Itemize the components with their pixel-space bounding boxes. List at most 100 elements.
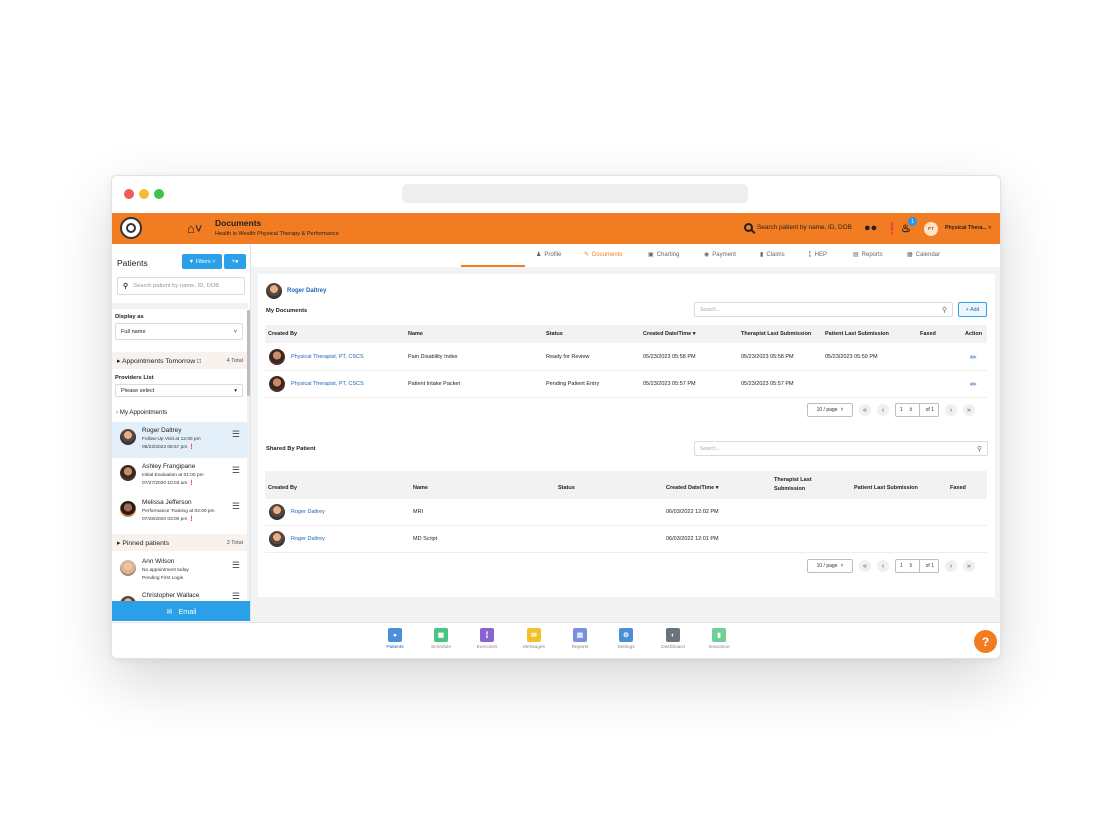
document-name[interactable]: Pain Disability Index bbox=[408, 354, 458, 360]
hamburger-menu-icon[interactable]: ☰ bbox=[232, 465, 240, 476]
created-by-link[interactable]: Physical Therapist, PT, CSCS bbox=[291, 381, 364, 387]
column-header[interactable]: Therapist Last Submission bbox=[741, 331, 811, 337]
last-page-button[interactable]: » bbox=[963, 560, 975, 572]
nav-insurance[interactable]: ▮ Insurance bbox=[699, 628, 739, 650]
column-header[interactable]: Name bbox=[408, 331, 423, 337]
shared-documents-pagination: 10 / page ˅ « ‹ 1 ⇕ of 1 › » bbox=[807, 559, 975, 573]
home-icon[interactable]: ⌂˅ bbox=[187, 221, 202, 236]
document-name[interactable]: Patient Intake Packet bbox=[408, 381, 460, 387]
appointment-item[interactable]: Roger Daltrey Follow-Up Visit at 12:00 p… bbox=[112, 422, 248, 458]
tab-documents[interactable]: ✎ Documents bbox=[584, 251, 622, 259]
tab-claims[interactable]: ▮ Claims bbox=[760, 251, 785, 259]
page-size-select[interactable]: 10 / page ˅ bbox=[807, 403, 853, 417]
email-button[interactable]: ✉ Email bbox=[112, 601, 250, 621]
edit-icon[interactable]: ✏ bbox=[970, 380, 977, 389]
help-button[interactable]: ? bbox=[974, 630, 997, 653]
hamburger-menu-icon[interactable]: ☰ bbox=[232, 560, 240, 571]
appointments-tomorrow-section[interactable]: ▸ Appointments Tomorrow □ 4 Total bbox=[112, 352, 248, 369]
alert-icon[interactable]: ❗ bbox=[885, 222, 899, 235]
column-header[interactable]: Patient Last Submission bbox=[825, 331, 889, 337]
hamburger-menu-icon[interactable]: ☰ bbox=[232, 429, 240, 440]
pinned-patients-section[interactable]: ▸ Pinned patients 3 Total bbox=[112, 534, 248, 551]
created-by-link[interactable]: Roger Daltrey bbox=[291, 536, 325, 542]
scrollbar-thumb[interactable] bbox=[247, 310, 250, 396]
nav-exercises[interactable]: ╏ Exercises bbox=[467, 628, 507, 650]
table-row[interactable]: Roger Daltrey MRI 06/03/2022 12:02 PM bbox=[265, 499, 987, 526]
nav-reports[interactable]: ▤ Reports bbox=[560, 628, 600, 650]
display-as-select[interactable]: Full name ˅ bbox=[115, 323, 243, 340]
appointment-item[interactable]: Melissa Jefferson Performance Training a… bbox=[112, 494, 248, 530]
first-page-button[interactable]: « bbox=[859, 404, 871, 416]
table-row[interactable]: Roger Daltrey MD Script 06/03/2022 12:01… bbox=[265, 526, 987, 553]
prev-page-button[interactable]: ‹ bbox=[877, 560, 889, 572]
add-document-button[interactable]: + Add bbox=[958, 302, 987, 317]
filters-button[interactable]: ▼ Filters ˅ bbox=[182, 254, 222, 269]
patient-tabs: ♟ Profile ✎ Documents ▣ Charting ◉ Payment ▮… bbox=[251, 244, 1000, 267]
page-size-select[interactable]: 10 / page ˅ bbox=[807, 559, 853, 573]
tab-calendar[interactable]: ▦ Calendar bbox=[907, 251, 940, 259]
column-header[interactable]: Created Date/Time ▾ bbox=[666, 485, 719, 491]
add-patient-button[interactable]: +● bbox=[224, 254, 246, 269]
column-header[interactable]: Created Date/Time ▾ bbox=[643, 331, 696, 337]
first-page-button[interactable]: « bbox=[859, 560, 871, 572]
created-by-link[interactable]: Physical Therapist, PT, CSCS bbox=[291, 354, 364, 360]
prev-page-button[interactable]: ‹ bbox=[877, 404, 889, 416]
column-header[interactable]: Created By bbox=[268, 331, 297, 337]
my-documents-search[interactable]: Search... ⚲ bbox=[694, 302, 953, 317]
column-header[interactable]: Status bbox=[558, 485, 575, 491]
user-menu[interactable]: Physical Thera... ˅ bbox=[945, 225, 991, 231]
patient-header[interactable]: Roger Daltrey bbox=[266, 283, 326, 299]
address-bar[interactable] bbox=[402, 184, 748, 203]
providers-select[interactable]: Please select ▾ bbox=[115, 384, 243, 397]
document-name[interactable]: MD Script bbox=[413, 536, 437, 542]
maximize-window-button[interactable] bbox=[154, 189, 164, 199]
next-page-button[interactable]: › bbox=[945, 404, 957, 416]
nav-patients[interactable]: ● Patients bbox=[375, 628, 415, 650]
sort-icon: ▾ bbox=[715, 485, 719, 491]
nav-messages[interactable]: ✉ Messages bbox=[514, 628, 554, 650]
column-header[interactable]: Therapist Last Submission bbox=[774, 476, 824, 494]
next-page-button[interactable]: › bbox=[945, 560, 957, 572]
person-icon: ♟ bbox=[536, 252, 542, 258]
table-row[interactable]: Physical Therapist, PT, CSCS Pain Disabi… bbox=[265, 344, 987, 371]
close-window-button[interactable] bbox=[124, 189, 134, 199]
nav-dashboard[interactable]: ◐ Dashboard bbox=[653, 628, 693, 650]
pinned-patient-item[interactable]: Ann Wilson No appointment today Pending … bbox=[112, 553, 248, 589]
charting-icon: ▣ bbox=[648, 252, 654, 258]
app-logo[interactable] bbox=[120, 217, 142, 239]
pinned-patients-label: Pinned patients bbox=[122, 539, 170, 547]
minimize-window-button[interactable] bbox=[139, 189, 149, 199]
global-search[interactable]: Search patient by name, ID, DOB bbox=[744, 223, 852, 232]
document-name[interactable]: MRI bbox=[413, 509, 423, 515]
tab-profile[interactable]: ♟ Profile bbox=[536, 251, 561, 259]
tab-charting[interactable]: ▣ Charting bbox=[648, 251, 679, 259]
sidebar-scrollbar[interactable] bbox=[247, 310, 250, 620]
envelope-icon: ✉ bbox=[166, 606, 173, 616]
login-status: Pending First Login bbox=[142, 576, 184, 581]
my-appointments-label: My Appointments bbox=[119, 409, 168, 416]
tab-reports[interactable]: ▤ Reports bbox=[853, 251, 883, 259]
user-avatar[interactable]: PT bbox=[924, 222, 938, 236]
nav-settings[interactable]: ⚙ Settings bbox=[606, 628, 646, 650]
edit-icon[interactable]: ✏ bbox=[970, 353, 977, 362]
table-row[interactable]: Physical Therapist, PT, CSCS Patient Int… bbox=[265, 371, 987, 398]
nav-schedule[interactable]: ▦ Schedule bbox=[421, 628, 461, 650]
created-by-link[interactable]: Roger Daltrey bbox=[291, 509, 325, 515]
column-header[interactable]: Status bbox=[546, 331, 563, 337]
column-header[interactable]: Created By bbox=[268, 485, 297, 491]
tab-payment[interactable]: ◉ Payment bbox=[704, 251, 736, 259]
column-header[interactable]: Name bbox=[413, 485, 428, 491]
page-number-input[interactable]: 1 ⇕ of 1 bbox=[895, 559, 939, 573]
shared-documents-search[interactable]: Search... ⚲ bbox=[694, 441, 988, 456]
users-icon[interactable]: ●● bbox=[864, 222, 877, 234]
page-number-input[interactable]: 1 ⇕ of 1 bbox=[895, 403, 939, 417]
hamburger-menu-icon[interactable]: ☰ bbox=[232, 501, 240, 512]
patient-search-input[interactable]: ⚲ Search patient by name, ID, DOB bbox=[117, 277, 245, 295]
column-header[interactable]: Faxed bbox=[920, 331, 936, 337]
tab-hep[interactable]: ╏ HEP bbox=[808, 251, 827, 259]
column-header[interactable]: Patient Last Submission bbox=[854, 485, 918, 491]
my-appointments-toggle[interactable]: › My Appointments bbox=[116, 409, 167, 416]
column-header[interactable]: Faxed bbox=[950, 485, 966, 491]
last-page-button[interactable]: » bbox=[963, 404, 975, 416]
appointment-item[interactable]: Ashley Frangipane Initial Evaluation at … bbox=[112, 458, 248, 494]
